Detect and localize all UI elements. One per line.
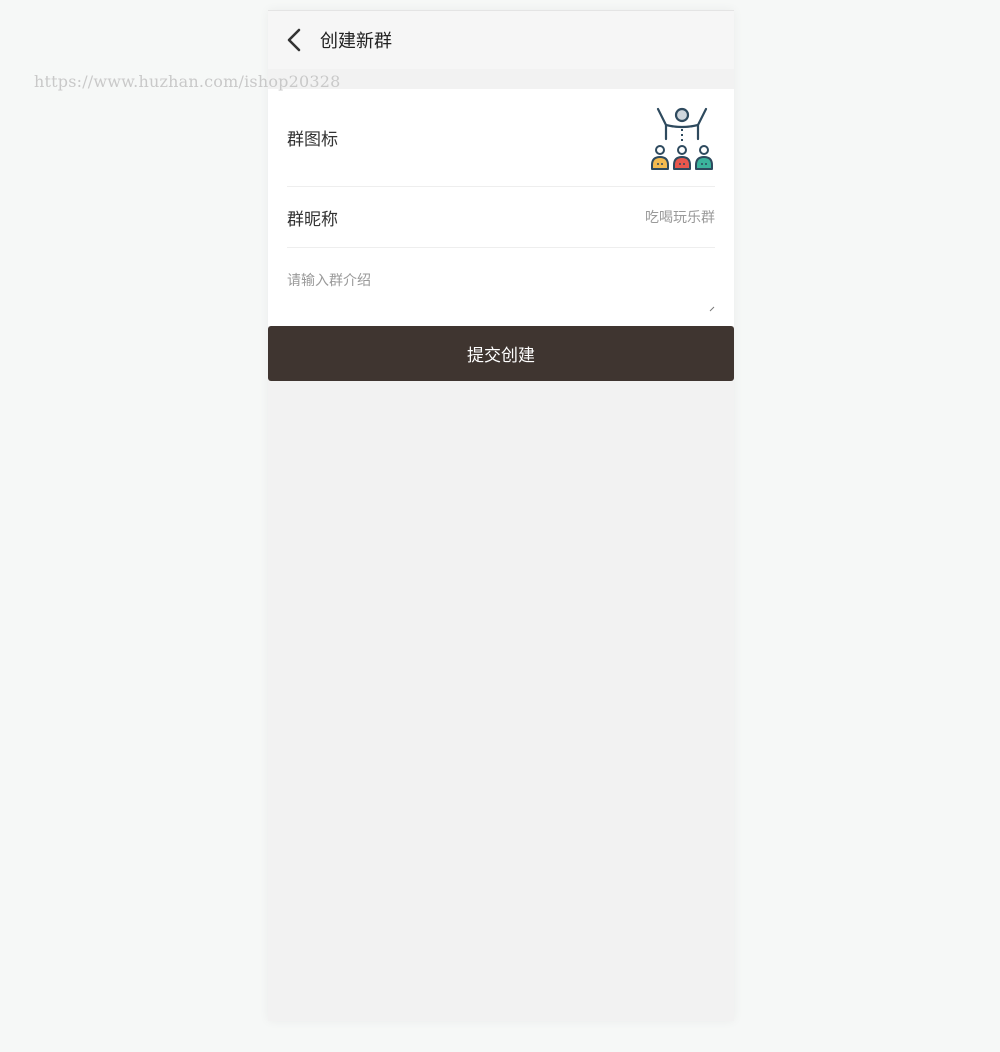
app-screen: 创建新群 群图标 群昵称 吃喝玩乐群 请输入群介绍 提交创建 — [268, 10, 734, 1021]
resize-grip-icon[interactable] — [709, 306, 715, 312]
group-nickname-row[interactable]: 群昵称 吃喝玩乐群 — [287, 187, 715, 248]
group-icon-row[interactable]: 群图标 — [287, 89, 715, 187]
group-nickname-value[interactable]: 吃喝玩乐群 — [645, 207, 715, 227]
group-intro-input[interactable] — [287, 248, 715, 312]
submit-create-button[interactable]: 提交创建 — [268, 326, 734, 381]
navigation-bar: 创建新群 — [268, 11, 734, 69]
watermark-text: https://www.huzhan.com/ishop20328 — [34, 72, 341, 91]
page-title: 创建新群 — [320, 31, 392, 52]
group-nickname-label: 群昵称 — [287, 209, 338, 230]
chevron-left-icon[interactable] — [272, 11, 316, 69]
group-icon-label: 群图标 — [287, 130, 338, 150]
group-intro-container — [287, 248, 715, 326]
create-group-form: 群图标 群昵称 吃喝玩乐群 请输入群介绍 — [268, 89, 734, 326]
group-people-icon[interactable] — [650, 105, 714, 171]
